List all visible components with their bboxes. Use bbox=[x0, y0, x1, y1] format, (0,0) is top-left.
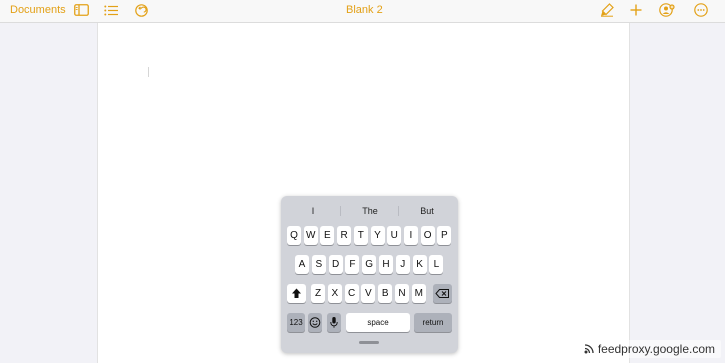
text-cursor bbox=[148, 67, 149, 77]
shift-icon bbox=[292, 288, 301, 298]
key-k[interactable]: K bbox=[412, 255, 427, 274]
floating-keyboard: I The But Q W E R T Y U I O P A S D F G … bbox=[281, 196, 458, 353]
key-q[interactable]: Q bbox=[287, 226, 301, 245]
numbers-key[interactable]: 123 bbox=[287, 313, 305, 332]
suggestion-1[interactable]: I bbox=[293, 206, 333, 216]
key-g[interactable]: G bbox=[362, 255, 377, 274]
key-n[interactable]: N bbox=[395, 284, 409, 303]
keyboard-drag-handle[interactable] bbox=[359, 341, 379, 344]
key-d[interactable]: D bbox=[328, 255, 343, 274]
key-w[interactable]: W bbox=[303, 226, 318, 245]
key-i[interactable]: I bbox=[403, 226, 418, 245]
key-a[interactable]: A bbox=[295, 255, 309, 274]
brush-icon[interactable] bbox=[599, 2, 615, 18]
suggestion-2[interactable]: The bbox=[350, 206, 390, 216]
undo-icon[interactable] bbox=[133, 2, 149, 18]
key-o[interactable]: O bbox=[420, 226, 435, 245]
key-c[interactable]: C bbox=[344, 284, 359, 303]
key-j[interactable]: J bbox=[395, 255, 410, 274]
watermark: feedproxy.google.com bbox=[579, 340, 721, 358]
collaborate-icon[interactable] bbox=[659, 2, 675, 18]
key-t[interactable]: T bbox=[353, 226, 368, 245]
key-l[interactable]: L bbox=[429, 255, 444, 274]
emoji-icon bbox=[309, 317, 321, 328]
key-h[interactable]: H bbox=[379, 255, 393, 274]
key-m[interactable]: M bbox=[411, 284, 426, 303]
backspace-icon bbox=[435, 289, 449, 298]
key-z[interactable]: Z bbox=[311, 284, 325, 303]
key-x[interactable]: X bbox=[327, 284, 342, 303]
more-icon[interactable] bbox=[693, 2, 709, 18]
key-b[interactable]: B bbox=[378, 284, 393, 303]
key-s[interactable]: S bbox=[311, 255, 326, 274]
emoji-key[interactable] bbox=[308, 313, 322, 332]
microphone-icon bbox=[330, 317, 338, 328]
key-r[interactable]: R bbox=[337, 226, 352, 245]
sidebar-icon[interactable] bbox=[73, 2, 89, 18]
document-title: Blank 2 bbox=[346, 4, 383, 16]
suggestion-divider bbox=[340, 206, 341, 216]
dictation-key[interactable] bbox=[327, 313, 341, 332]
key-y[interactable]: Y bbox=[370, 226, 385, 245]
key-p[interactable]: P bbox=[437, 226, 452, 245]
shift-key[interactable] bbox=[287, 284, 306, 303]
delete-key[interactable] bbox=[433, 284, 452, 303]
add-icon[interactable] bbox=[628, 2, 644, 18]
documents-button[interactable]: Documents bbox=[10, 4, 66, 17]
rss-icon bbox=[584, 344, 594, 354]
key-e[interactable]: E bbox=[320, 226, 335, 245]
key-v[interactable]: V bbox=[361, 284, 376, 303]
space-key[interactable]: space bbox=[346, 313, 410, 332]
key-f[interactable]: F bbox=[345, 255, 360, 274]
suggestion-divider bbox=[398, 206, 399, 216]
key-u[interactable]: U bbox=[387, 226, 402, 245]
top-toolbar: Documents Blank 2 bbox=[0, 0, 725, 23]
watermark-text: feedproxy.google.com bbox=[597, 342, 715, 356]
list-icon[interactable] bbox=[103, 2, 119, 18]
suggestion-3[interactable]: But bbox=[407, 206, 447, 216]
return-key[interactable]: return bbox=[414, 313, 452, 332]
